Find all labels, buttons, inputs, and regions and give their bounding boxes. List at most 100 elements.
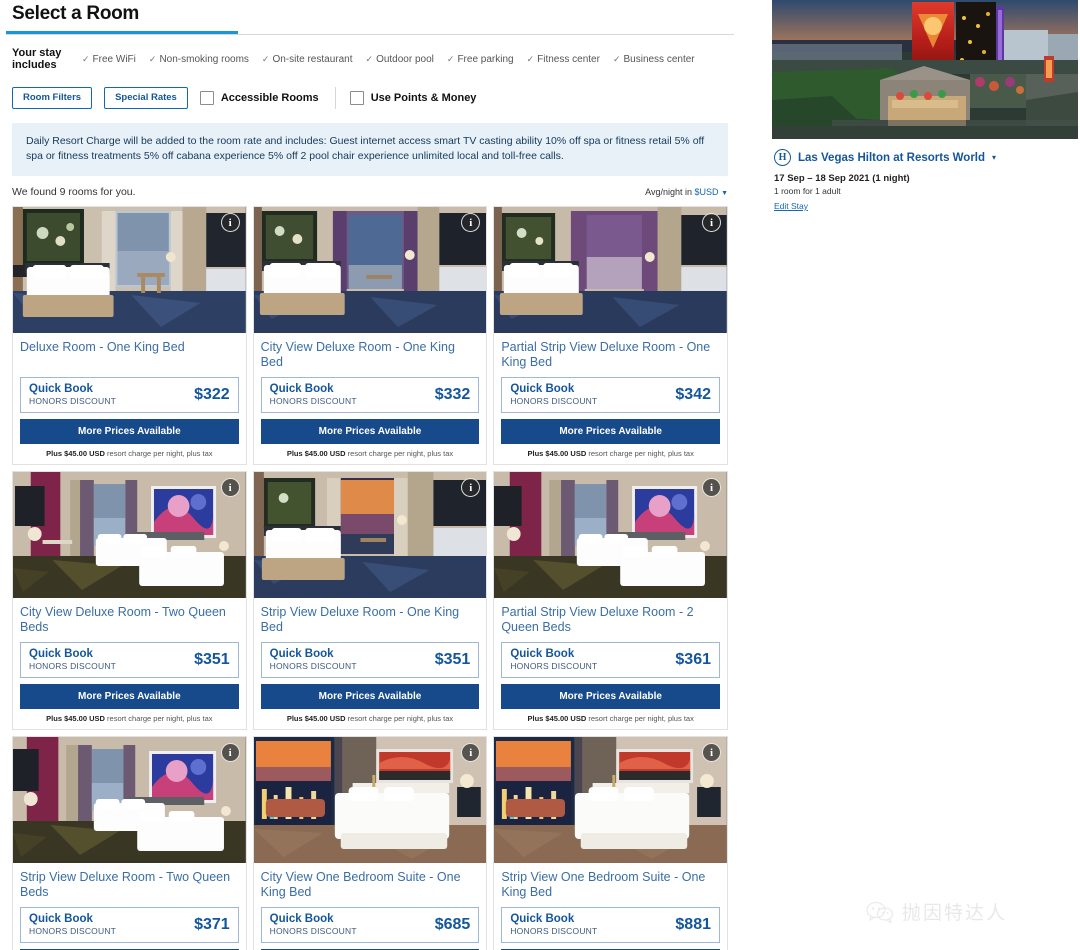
more-prices-button[interactable]: More Prices Available — [20, 684, 239, 709]
accessible-rooms-checkbox[interactable]: Accessible Rooms — [199, 91, 319, 105]
room-name-link[interactable]: City View One Bedroom Suite - One King B… — [261, 870, 480, 900]
avg-night-prefix: Avg/night in — [645, 187, 695, 197]
honors-discount-label: HONORS DISCOUNT — [269, 661, 357, 671]
room-image[interactable]: i — [13, 472, 246, 598]
room-price: $351 — [194, 651, 230, 668]
quick-book-button[interactable]: Quick Book HONORS DISCOUNT $685 — [260, 907, 480, 943]
special-rates-button[interactable]: Special Rates — [104, 87, 188, 109]
room-price: $685 — [434, 916, 471, 933]
room-name-link[interactable]: Strip View One Bedroom Suite - One King … — [501, 870, 720, 900]
fineprint-rest: resort charge per night, plus tax — [586, 714, 694, 723]
room-image[interactable]: i — [494, 472, 727, 598]
room-name-link[interactable]: Deluxe Room - One King Bed — [20, 340, 239, 370]
amenity-item: ✓ Fitness center — [527, 54, 600, 65]
info-icon[interactable]: i — [702, 743, 721, 762]
room-price: $322 — [194, 386, 230, 403]
check-icon: ✓ — [612, 53, 621, 64]
checkbox-box-icon[interactable] — [199, 91, 214, 105]
quick-book-button[interactable]: Quick Book HONORS DISCOUNT $351 — [260, 642, 480, 678]
room-image[interactable]: i — [13, 737, 246, 863]
hilton-logo-icon: H — [774, 149, 791, 166]
more-prices-button[interactable]: More Prices Available — [501, 419, 720, 444]
room-filters-button[interactable]: Room Filters — [12, 87, 93, 109]
amenity-label: Outdoor pool — [376, 53, 434, 65]
fineprint-rest: resort charge per night, plus tax — [586, 449, 694, 458]
quick-book-title: Quick Book — [29, 383, 93, 395]
info-icon[interactable]: i — [702, 213, 721, 232]
honors-discount-label: HONORS DISCOUNT — [29, 926, 117, 936]
amenity-label: Non-smoking rooms — [159, 53, 249, 65]
room-card[interactable]: i City View One Bedroom Suite - One King… — [252, 736, 488, 950]
quick-book-labels: Quick Book HONORS DISCOUNT — [270, 648, 357, 672]
room-name-link[interactable]: City View Deluxe Room - Two Queen Beds — [20, 605, 239, 635]
hotel-name[interactable]: Las Vegas Hilton at Resorts World — [798, 152, 985, 164]
amenity-label: Fitness center — [537, 53, 600, 65]
quick-book-title: Quick Book — [269, 648, 334, 660]
edit-stay-link[interactable]: Edit Stay — [774, 201, 808, 211]
fineprint-amount: Plus $45.00 USD — [286, 449, 346, 458]
accessible-rooms-label: Accessible Rooms — [220, 92, 319, 104]
resort-charge-fineprint: Plus $45.00 USD resort charge per night,… — [501, 449, 720, 458]
quick-book-button[interactable]: Quick Book HONORS DISCOUNT $371 — [20, 907, 239, 943]
price-display-selector[interactable]: Avg/night in $USD ▼ — [645, 187, 728, 197]
room-card[interactable]: i Deluxe Room - One King Bed Quick Book … — [12, 206, 247, 465]
room-name-link[interactable]: Strip View Deluxe Room - Two Queen Beds — [20, 870, 239, 900]
room-card-body: Partial Strip View Deluxe Room - One Kin… — [494, 333, 727, 464]
room-card[interactable]: i Strip View Deluxe Room - Two Queen Bed… — [12, 736, 247, 950]
main-content: Select a Room Your stay includes ✓ Free W… — [0, 0, 740, 950]
room-card[interactable]: i Partial Strip View Deluxe Room - 2 Que… — [493, 471, 728, 730]
stay-includes-row: Your stay includes ✓ Free WiFi ✓ Non-smoki… — [12, 47, 734, 71]
more-prices-button[interactable]: More Prices Available — [260, 419, 480, 444]
resort-charge-text: Daily Resort Charge will be added to the… — [26, 135, 705, 162]
check-icon: ✓ — [526, 53, 535, 64]
room-card[interactable]: i Strip View One Bedroom Suite - One Kin… — [493, 736, 728, 950]
amenities-list: ✓ Free WiFi ✓ Non-smoking rooms ✓ On-site r… — [82, 54, 695, 65]
resort-charge-banner: Daily Resort Charge will be added to the… — [12, 123, 728, 176]
hotel-hero-image[interactable] — [772, 0, 1078, 139]
quick-book-title: Quick Book — [269, 913, 334, 925]
fineprint-amount: Plus $45.00 USD — [527, 449, 587, 458]
quick-book-button[interactable]: Quick Book HONORS DISCOUNT $332 — [260, 377, 480, 413]
room-photo-two-queens — [13, 472, 246, 598]
checkbox-box-icon[interactable] — [349, 91, 364, 105]
room-image[interactable]: i — [494, 737, 727, 863]
quick-book-button[interactable]: Quick Book HONORS DISCOUNT $351 — [20, 642, 239, 678]
resort-charge-fineprint: Plus $45.00 USD resort charge per night,… — [501, 714, 720, 723]
info-icon[interactable]: i — [702, 478, 721, 497]
room-name-link[interactable]: Partial Strip View Deluxe Room - One Kin… — [501, 340, 720, 370]
quick-book-button[interactable]: Quick Book HONORS DISCOUNT $361 — [501, 642, 720, 678]
chevron-down-icon[interactable]: ▾ — [992, 153, 996, 162]
use-points-money-checkbox[interactable]: Use Points & Money — [349, 91, 476, 105]
room-name-link[interactable]: Strip View Deluxe Room - One King Bed — [261, 605, 480, 635]
room-name-link[interactable]: Partial Strip View Deluxe Room - 2 Queen… — [501, 605, 720, 635]
room-image[interactable]: i — [253, 737, 487, 863]
quick-book-button[interactable]: Quick Book HONORS DISCOUNT $322 — [20, 377, 239, 413]
hotel-name-row[interactable]: H Las Vegas Hilton at Resorts World ▾ — [774, 149, 1080, 166]
more-prices-button[interactable]: More Prices Available — [20, 419, 239, 444]
room-image[interactable]: i — [253, 472, 487, 598]
chevron-down-icon: ▼ — [721, 190, 728, 197]
fineprint-rest: resort charge per night, plus tax — [104, 714, 213, 723]
room-card[interactable]: i Strip View Deluxe Room - One King Bed … — [252, 471, 488, 730]
quick-book-title: Quick Book — [29, 913, 93, 925]
room-image[interactable]: i — [253, 207, 487, 333]
quick-book-button[interactable]: Quick Book HONORS DISCOUNT $881 — [501, 907, 720, 943]
info-icon[interactable]: i — [220, 213, 240, 232]
stay-occupancy: 1 room for 1 adult — [774, 186, 841, 196]
more-prices-button[interactable]: More Prices Available — [260, 684, 480, 709]
room-card[interactable]: i Partial Strip View Deluxe Room - One K… — [493, 206, 728, 465]
check-icon: ✓ — [82, 53, 90, 64]
honors-discount-label: HONORS DISCOUNT — [510, 396, 598, 406]
room-image[interactable]: i — [13, 207, 246, 333]
room-card[interactable]: i City View Deluxe Room - One King Bed Q… — [252, 206, 488, 465]
info-icon[interactable]: i — [220, 743, 240, 762]
info-icon[interactable]: i — [220, 478, 240, 497]
room-card-body: Strip View One Bedroom Suite - One King … — [494, 863, 727, 950]
room-card[interactable]: i City View Deluxe Room - Two Queen Beds… — [12, 471, 247, 730]
quick-book-title: Quick Book — [510, 913, 575, 925]
room-image[interactable]: i — [494, 207, 727, 333]
quick-book-labels: Quick Book HONORS DISCOUNT — [29, 383, 116, 407]
quick-book-button[interactable]: Quick Book HONORS DISCOUNT $342 — [501, 377, 720, 413]
more-prices-button[interactable]: More Prices Available — [501, 684, 720, 709]
room-name-link[interactable]: City View Deluxe Room - One King Bed — [261, 340, 480, 370]
